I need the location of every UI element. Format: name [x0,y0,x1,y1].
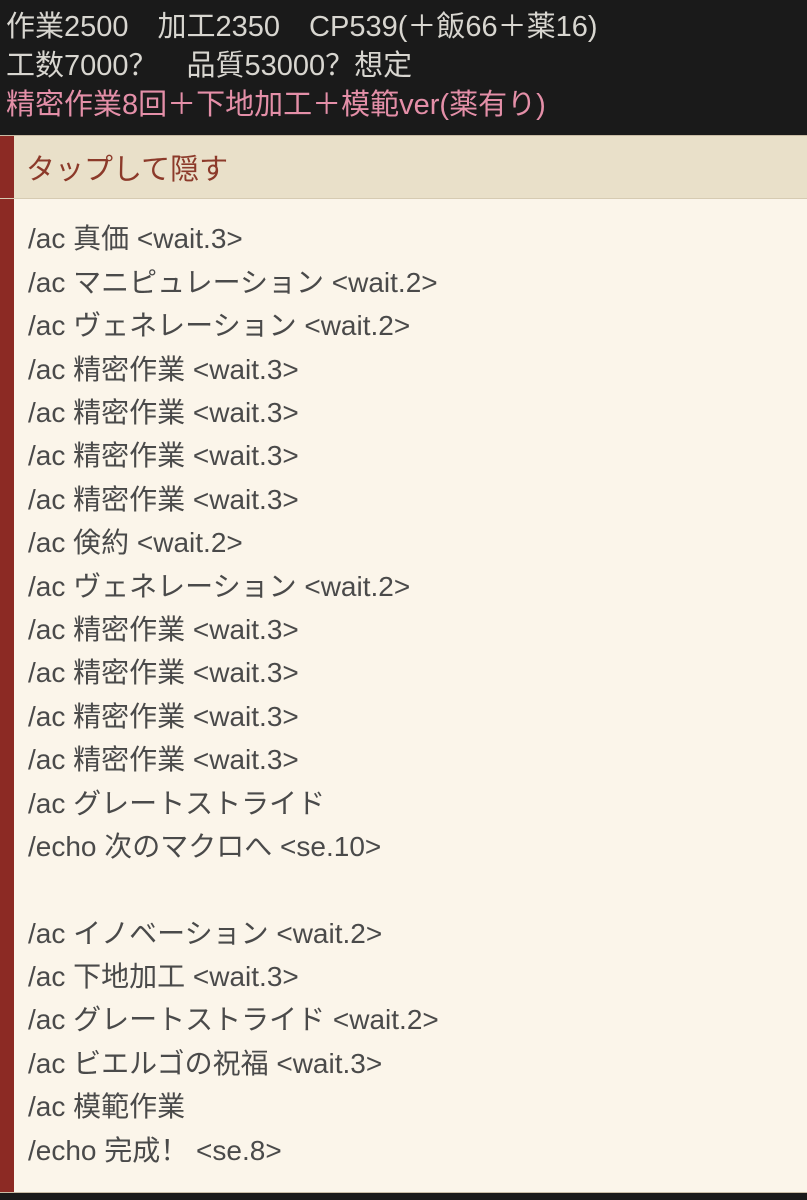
header-title: 精密作業8回＋下地加工＋模範ver(薬有り) [6,86,801,125]
macro-line: /echo 次のマクロへ <se.10> [28,825,793,868]
macro-line: /ac 倹約 <wait.2> [28,521,793,564]
macro-line: /ac 精密作業 <wait.3> [28,348,793,391]
macro-line: /echo 完成！ <se.8> [28,1129,793,1172]
macro-line [28,868,793,911]
macro-line: /ac 精密作業 <wait.3> [28,391,793,434]
header: 作業2500 加工2350 CP539(＋飯66＋薬16) 工数7000？ 品質… [0,0,807,135]
macro-text: /ac 真価 <wait.3>/ac マニピュレーション <wait.2>/ac… [14,199,807,1192]
macro-line: /ac 精密作業 <wait.3> [28,738,793,781]
header-stats-line-1: 作業2500 加工2350 CP539(＋飯66＋薬16) [6,8,801,47]
macro-line: /ac 精密作業 <wait.3> [28,695,793,738]
accent-bar [0,199,14,1192]
content-panel: タップして隠す /ac 真価 <wait.3>/ac マニピュレーション <wa… [0,135,807,1193]
macro-line: /ac ヴェネレーション <wait.2> [28,304,793,347]
macro-line: /ac グレートストライド [28,782,793,825]
macro-line: /ac 真価 <wait.3> [28,217,793,260]
macro-line: /ac 模範作業 [28,1085,793,1128]
macro-line: /ac グレートストライド <wait.2> [28,998,793,1041]
macro-line: /ac 下地加工 <wait.3> [28,955,793,998]
macro-line: /ac ビエルゴの祝福 <wait.3> [28,1042,793,1085]
macro-line: /ac 精密作業 <wait.3> [28,651,793,694]
macro-line: /ac ヴェネレーション <wait.2> [28,565,793,608]
macro-line: /ac イノベーション <wait.2> [28,912,793,955]
macro-area: /ac 真価 <wait.3>/ac マニピュレーション <wait.2>/ac… [0,199,807,1192]
macro-line: /ac 精密作業 <wait.3> [28,608,793,651]
macro-line: /ac 精密作業 <wait.3> [28,478,793,521]
macro-line: /ac 精密作業 <wait.3> [28,434,793,477]
header-stats-line-2: 工数7000？ 品質53000？想定 [6,47,801,86]
collapse-toggle-label: タップして隠す [14,136,240,198]
macro-line: /ac マニピュレーション <wait.2> [28,261,793,304]
collapse-toggle[interactable]: タップして隠す [0,136,807,199]
accent-bar [0,136,14,198]
